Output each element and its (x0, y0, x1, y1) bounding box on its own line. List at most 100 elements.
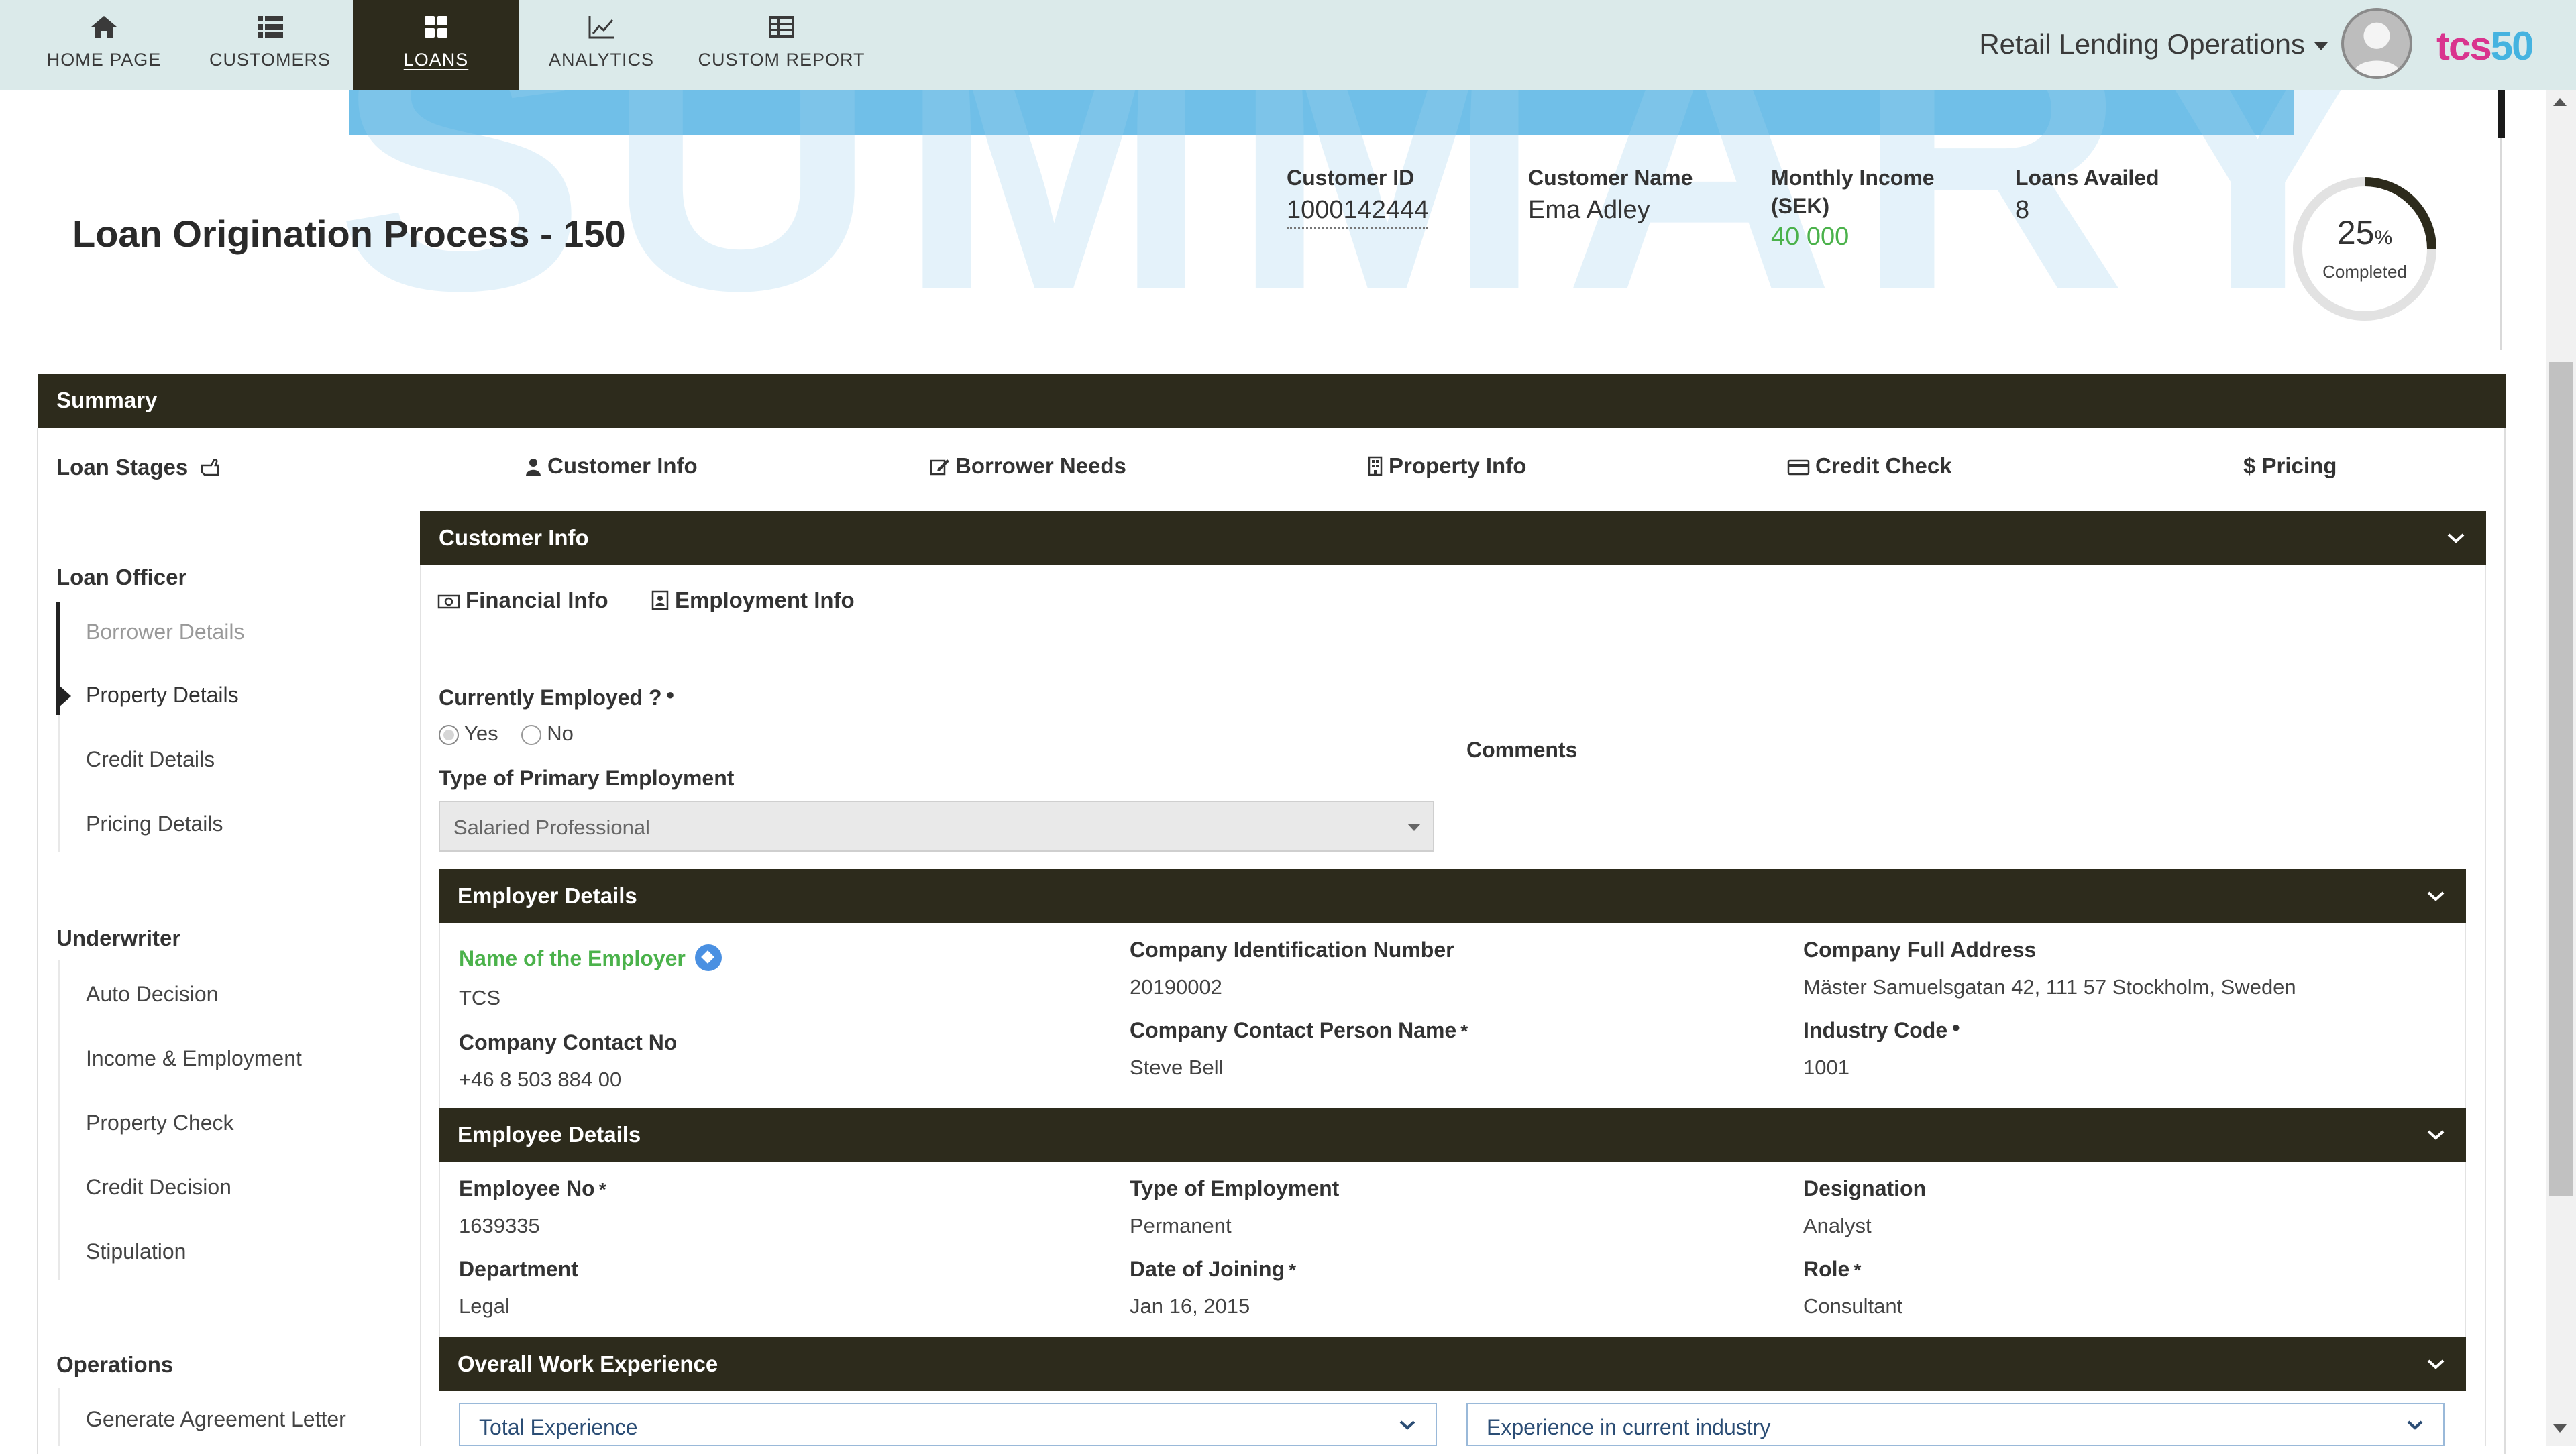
employer-name-value: TCS (459, 986, 500, 1009)
industry-code-value: 1001 (1803, 1056, 1849, 1079)
sidebar-item-income-employment[interactable]: Income & Employment (86, 1046, 302, 1071)
company-id-number-value: 20190002 (1130, 975, 1222, 999)
company-contact-no-label: Company Contact No (459, 1030, 678, 1054)
radio-yes-circle[interactable] (439, 725, 459, 745)
employer-name-label: Name of the Employer (459, 944, 722, 971)
page-title: Loan Origination Process - 150 (72, 213, 626, 255)
radio-no[interactable]: No (521, 722, 574, 745)
chevron-down-icon (2427, 891, 2445, 901)
company-contact-no-value: +46 8 503 884 00 (459, 1068, 622, 1091)
chevron-down-icon (2447, 533, 2465, 543)
stage-label: Customer Info (547, 453, 698, 478)
stage-customer-info[interactable]: Customer Info (525, 453, 698, 479)
tab-employment-info[interactable]: Employment Info (651, 588, 855, 613)
customer-name-block: Customer Name Ema Adley (1528, 164, 1693, 225)
designation-value: Analyst (1803, 1214, 1872, 1237)
total-experience-dropdown[interactable]: Total Experience (459, 1403, 1437, 1446)
chevron-down-icon (1399, 1420, 1415, 1430)
primary-employment-select[interactable]: Salaried Professional (439, 801, 1434, 852)
nav-analytics[interactable]: ANALYTICS (519, 0, 684, 90)
loan-stages-text: Loan Stages (56, 455, 189, 480)
monthly-income-block: Monthly Income (SEK) 40 000 (1771, 164, 1935, 251)
industry-experience-dropdown[interactable]: Experience in current industry (1466, 1403, 2445, 1446)
chevron-down-icon (2427, 1130, 2445, 1140)
employer-name-text: Name of the Employer (459, 946, 686, 970)
sidebar-item-borrower-details[interactable]: Borrower Details (86, 620, 245, 645)
nav-home-label: HOME PAGE (46, 50, 162, 70)
sidebar-item-auto-decision[interactable]: Auto Decision (86, 982, 218, 1007)
chevron-down-icon (2427, 1359, 2445, 1369)
user-avatar[interactable] (2341, 8, 2412, 79)
employee-details-header[interactable]: Employee Details (439, 1108, 2466, 1162)
org-selector-label: Retail Lending Operations (1979, 28, 2305, 60)
inner-scrollbar-thumb[interactable] (2498, 90, 2505, 138)
loans-availed-value: 8 (2015, 196, 2030, 224)
sidebar-section-underwriter: Underwriter (56, 926, 181, 950)
role-text: Role (1803, 1257, 1850, 1281)
stage-credit-check[interactable]: Credit Check (1787, 453, 1952, 479)
progress-percent: 25% (2288, 213, 2442, 252)
tab-financial-info[interactable]: Financial Info (437, 588, 608, 613)
building-icon (1368, 456, 1383, 476)
sidebar-item-pricing-details[interactable]: Pricing Details (86, 812, 223, 836)
sidebar-item-property-details[interactable]: Property Details (86, 683, 239, 708)
nav-loans[interactable]: LOANS (353, 0, 519, 90)
sidebar-item-property-check[interactable]: Property Check (86, 1111, 234, 1135)
top-nav-bar: HOME PAGE CUSTOMERS LOANS ANALYTICS CUST… (0, 0, 2576, 90)
radio-yes[interactable]: Yes (439, 722, 498, 745)
employee-details-title: Employee Details (458, 1122, 641, 1147)
stage-label: Credit Check (1815, 453, 1952, 478)
table-icon (769, 16, 794, 38)
stage-label: Pricing (2261, 453, 2337, 478)
credit-card-icon (1787, 459, 1810, 476)
brand-logo-number: 50 (2490, 23, 2534, 68)
sidebar-item-stipulation[interactable]: Stipulation (86, 1239, 186, 1264)
tab-label: Employment Info (675, 588, 855, 612)
nav-home[interactable]: HOME PAGE (20, 0, 188, 90)
employed-radio-group: Yes No (439, 722, 574, 746)
sidebar-section-loan-officer: Loan Officer (56, 565, 187, 590)
loans-availed-label: Loans Availed (2015, 166, 2159, 190)
chevron-down-icon (2407, 1420, 2423, 1430)
employer-details-header[interactable]: Employer Details (439, 869, 2466, 923)
person-icon (2351, 22, 2402, 76)
sidebar-item-credit-details[interactable]: Credit Details (86, 747, 215, 772)
radio-yes-label: Yes (464, 722, 498, 745)
tab-label: Financial Info (466, 588, 608, 612)
customer-info-header[interactable]: Customer Info (420, 511, 2486, 565)
stage-label: Property Info (1389, 453, 1527, 478)
currently-employed-label: Currently Employed ? ● (439, 685, 675, 710)
stage-borrower-needs[interactable]: Borrower Needs (930, 453, 1126, 479)
customer-id-value[interactable]: 1000142444 (1287, 196, 1429, 229)
nav-custom-report[interactable]: CUSTOM REPORT (691, 0, 872, 90)
money-icon (437, 594, 460, 609)
customer-id-label: Customer ID (1287, 166, 1415, 190)
sidebar-item-generate-agreement-letter[interactable]: Generate Agreement Letter (86, 1407, 346, 1432)
employee-details-body (439, 1162, 2466, 1337)
radio-no-circle[interactable] (521, 725, 542, 745)
work-experience-header[interactable]: Overall Work Experience (439, 1337, 2466, 1391)
sidebar-rail (58, 960, 60, 1280)
scroll-down-arrow-icon[interactable] (2553, 1424, 2567, 1433)
inner-scrollbar-track[interactable] (2500, 138, 2502, 350)
page-scrollbar-thumb[interactable] (2549, 362, 2573, 1196)
employment-type-label: Type of Employment (1130, 1176, 1340, 1200)
grid-icon (425, 16, 447, 38)
stage-pricing[interactable]: $ Pricing (2243, 453, 2337, 479)
nav-custom-report-label: CUSTOM REPORT (698, 50, 865, 70)
stage-property-info[interactable]: Property Info (1367, 453, 1526, 479)
scroll-up-arrow-icon[interactable] (2553, 98, 2567, 106)
info-icon[interactable] (694, 944, 722, 971)
company-address-value: Mäster Samuelsgatan 42, 111 57 Stockholm… (1803, 975, 2296, 999)
nav-customers[interactable]: CUSTOMERS (188, 0, 352, 90)
id-badge-icon (651, 590, 669, 610)
sidebar-item-credit-decision[interactable]: Credit Decision (86, 1175, 231, 1200)
edit-icon (930, 459, 949, 476)
org-selector[interactable]: Retail Lending Operations (1979, 28, 2328, 60)
sidebar-active-marker (59, 685, 71, 707)
date-of-joining-label: Date of Joining * (1130, 1257, 1296, 1282)
sidebar-rail (58, 1388, 60, 1446)
role-value: Consultant (1803, 1294, 1903, 1318)
work-experience-title: Overall Work Experience (458, 1351, 718, 1376)
caret-down-icon (2314, 42, 2328, 50)
